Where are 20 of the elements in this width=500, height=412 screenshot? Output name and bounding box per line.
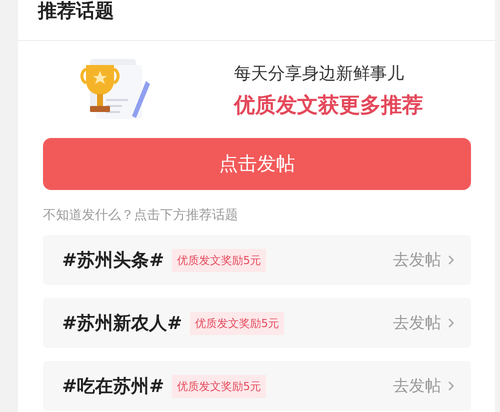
post-link[interactable]: 去发帖 [393,312,441,334]
promo-text: 每天分享身边新鲜事儿 [234,62,405,84]
chevron-right-icon [447,380,455,392]
reward-tag: 优质发文奖励5元 [172,374,266,398]
post-button[interactable]: 点击发帖 [43,138,471,190]
hint-text: 不知道发什么？点击下方推荐话题 [43,207,239,224]
topic-row[interactable]: #苏州头条# 优质发文奖励5元 去发帖 [43,235,471,285]
post-link[interactable]: 去发帖 [393,250,441,270]
promo-headline: 优质发文获更多推荐 [234,92,423,118]
topic-row[interactable]: #苏州新农人# 优质发文奖励5元 去发帖 [43,298,471,348]
section-title: 推荐话题 [38,0,114,24]
post-link[interactable]: 去发帖 [393,376,441,396]
topic-name: #吃在苏州# [62,375,164,398]
reward-tag: 优质发文奖励5元 [172,248,266,272]
topic-name: #苏州新农人# [62,312,182,335]
topic-row[interactable]: #吃在苏州# 优质发文奖励5元 去发帖 [43,361,471,411]
reward-tag: 优质发文奖励5元 [190,312,284,334]
chevron-right-icon [447,317,455,329]
topic-name: #苏州头条# [62,249,164,272]
chevron-right-icon [447,254,455,266]
